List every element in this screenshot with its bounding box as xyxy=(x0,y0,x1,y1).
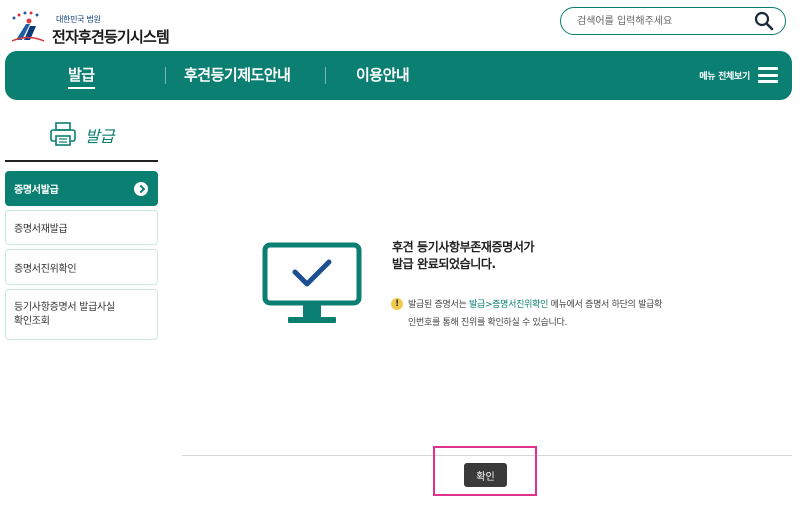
sidebar-item-label: 증명서재발급 xyxy=(14,224,68,235)
logo-title: 전자후견등기시스템 xyxy=(52,28,170,46)
all-menu-button[interactable]: 메뉴 전체보기 xyxy=(699,65,778,85)
chevron-right-icon xyxy=(134,181,148,196)
nav-item-guardianship-info[interactable]: 후견등기제도안내 xyxy=(184,64,291,85)
sidebar-header: 발급 xyxy=(5,118,158,162)
sidebar-item-label: 증명서발급 xyxy=(14,185,59,196)
sidebar-item-issuance-fact-inquiry[interactable]: 등기사항증명서 발급사실 확인조회 xyxy=(5,289,158,340)
notice-suffix: 메뉴에서 증명서 하단의 발급확 xyxy=(548,300,663,310)
notice-prefix: 발급된 증명서는 xyxy=(408,300,469,310)
result-title-line1: 후견 등기사항부존재증명서가 xyxy=(392,240,535,254)
monitor-check-icon xyxy=(262,242,362,323)
all-menu-label: 메뉴 전체보기 xyxy=(699,71,750,82)
search-input[interactable] xyxy=(577,11,737,31)
nav-divider xyxy=(165,67,166,84)
sidebar-title: 발급 xyxy=(85,127,115,146)
search-icon[interactable] xyxy=(753,11,775,31)
sidebar-item-authenticity-check[interactable]: 증명서진위확인 xyxy=(5,249,158,285)
site-logo[interactable]: 대한민국 법원 전자후견등기시스템 xyxy=(8,10,178,46)
notice-line1: 발급된 증명서는 발급>증명서진위확인 메뉴에서 증명서 하단의 발급확 xyxy=(408,296,662,314)
logo-subtitle: 대한민국 법원 xyxy=(56,15,101,24)
court-emblem-icon xyxy=(11,11,45,42)
sidebar-item-label: 증명서진위확인 xyxy=(14,263,77,275)
notice-line2: 인번호를 통해 진위를 확인하실 수 있습니다. xyxy=(408,318,568,328)
confirm-button[interactable]: 확인 xyxy=(464,463,507,487)
result-message: 후견 등기사항부존재증명서가 발급 완료되었습니다. xyxy=(392,239,535,273)
sidebar-item-label: 등기사항증명서 발급사실 확인조회 xyxy=(14,301,115,327)
nav-item-issue[interactable]: 발급 xyxy=(68,64,95,89)
search-bar xyxy=(560,7,786,35)
nav-divider xyxy=(325,67,326,84)
hamburger-menu-icon xyxy=(758,67,778,83)
notice-link[interactable]: 발급>증명서진위확인 xyxy=(469,300,548,310)
main-nav: 발급 후견등기제도안내 이용안내 메뉴 전체보기 xyxy=(5,51,792,100)
sidebar-item-certificate-reissue[interactable]: 증명서재발급 xyxy=(5,210,158,245)
sidebar-item-certificate-issue[interactable]: 증명서발급 xyxy=(5,171,158,206)
exclamation-icon: ! xyxy=(391,298,403,310)
nav-item-usage-guide[interactable]: 이용안내 xyxy=(356,64,410,85)
result-title-line2: 발급 완료되었습니다. xyxy=(392,257,496,271)
printer-icon xyxy=(50,122,76,146)
